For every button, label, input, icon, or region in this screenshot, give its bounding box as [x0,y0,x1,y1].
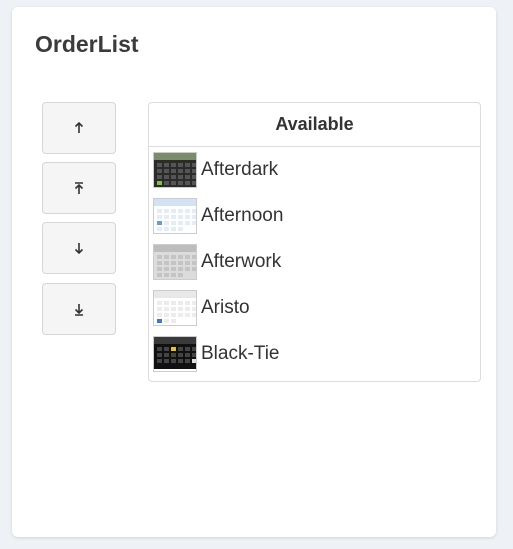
arrow-down-icon [74,242,84,254]
item-label: Black-Tie [201,343,280,364]
move-bottom-button[interactable] [42,283,116,335]
list-item[interactable]: Afterwork [149,239,480,285]
list-item[interactable]: Black-Tie [149,331,480,377]
available-list: Available Afterdark Afternoon Afterwork … [148,102,481,382]
list-item[interactable]: Aristo [149,285,480,331]
afterdark-thumbnail [153,152,197,188]
move-up-button[interactable] [42,102,116,154]
move-top-button[interactable] [42,162,116,214]
list-header: Available [149,103,480,147]
arrow-up-icon [74,122,84,134]
orderlist-panel: OrderList Available Afterdark Afternoon … [12,7,496,537]
arrow-to-top-icon [74,181,84,195]
item-label: Afterdark [201,159,279,180]
move-down-button[interactable] [42,222,116,274]
black-tie-thumbnail [153,336,197,372]
item-label: Afterwork [201,251,282,272]
afterwork-thumbnail [153,244,197,280]
list-item[interactable]: Afternoon [149,193,480,239]
afternoon-thumbnail [153,198,197,234]
item-label: Aristo [201,297,250,318]
arrow-to-bottom-icon [74,303,84,316]
item-label: Afternoon [201,205,284,226]
aristo-thumbnail [153,290,197,326]
page-title: OrderList [35,31,139,57]
list-item[interactable]: Afterdark [149,147,480,193]
